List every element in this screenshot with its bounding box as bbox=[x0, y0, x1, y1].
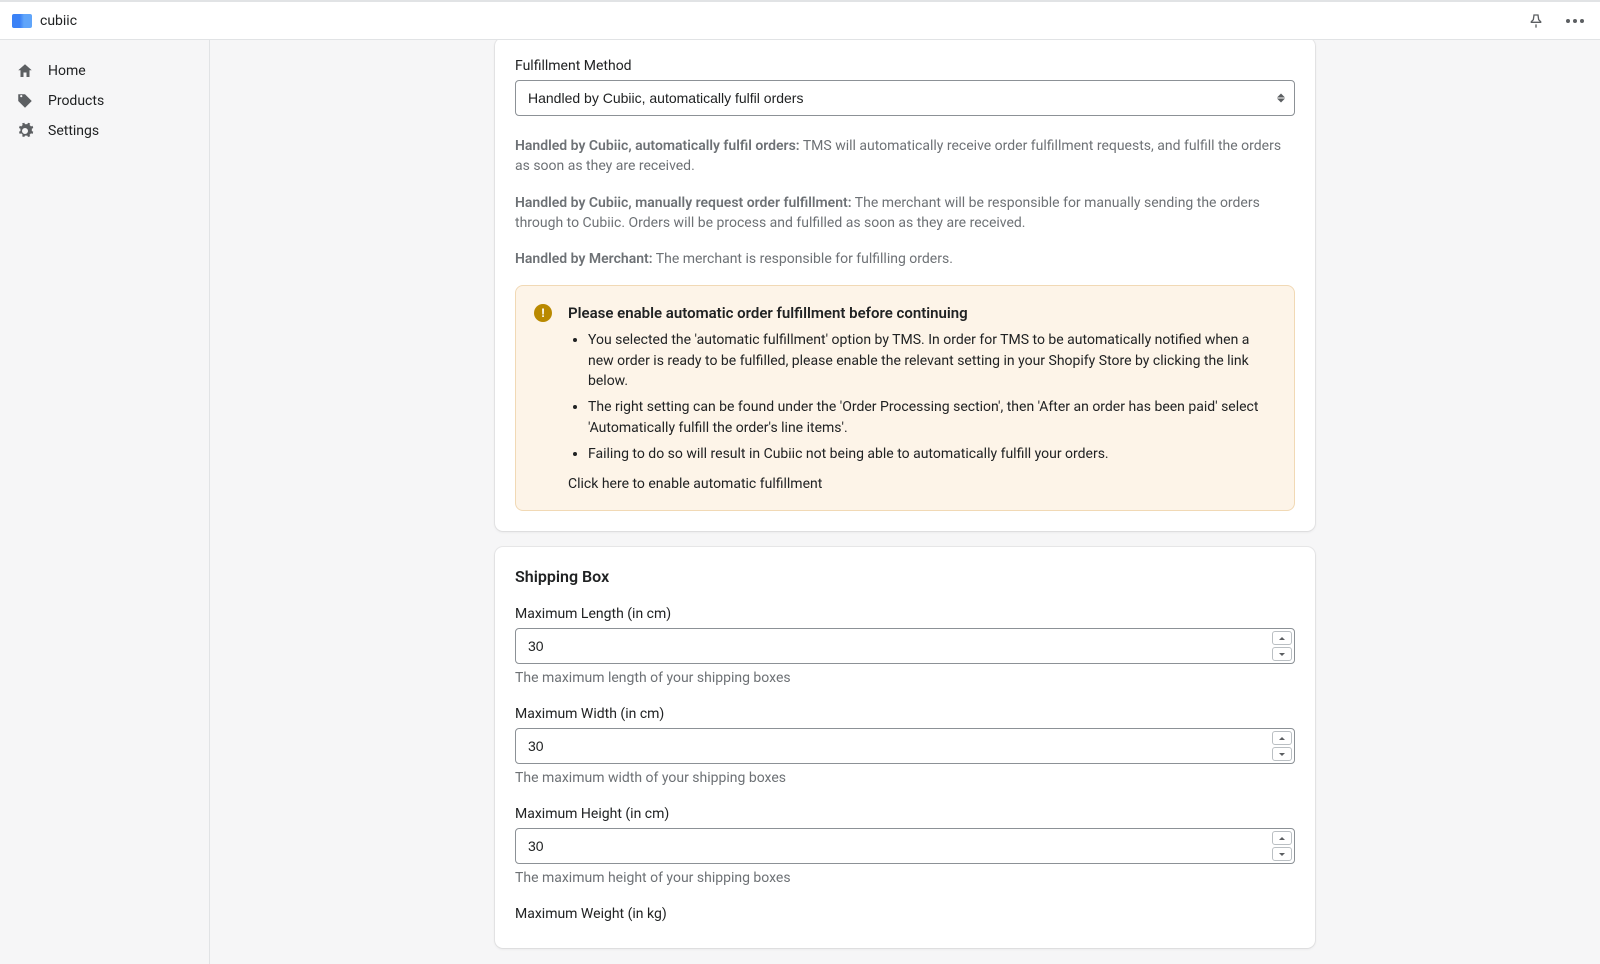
max-height-help: The maximum height of your shipping boxe… bbox=[515, 870, 1295, 886]
sidebar-item-settings[interactable]: Settings bbox=[8, 116, 201, 146]
max-length-help: The maximum length of your shipping boxe… bbox=[515, 670, 1295, 686]
max-height-group: Maximum Height (in cm) The maximum heigh… bbox=[515, 806, 1295, 886]
tag-icon bbox=[16, 92, 34, 110]
max-width-help: The maximum width of your shipping boxes bbox=[515, 770, 1295, 786]
enable-fulfillment-link[interactable]: Click here to enable automatic fulfillme… bbox=[568, 476, 822, 492]
app-name: cubiic bbox=[40, 13, 77, 29]
pin-button[interactable] bbox=[1524, 9, 1548, 33]
alert-item: You selected the 'automatic fulfillment'… bbox=[588, 330, 1274, 391]
sidebar: Home Products Settings bbox=[0, 40, 210, 964]
fulfillment-method-label: Fulfillment Method bbox=[515, 58, 1295, 74]
alert-title: Please enable automatic order fulfillmen… bbox=[568, 304, 1274, 322]
max-weight-group: Maximum Weight (in kg) bbox=[515, 906, 1295, 922]
alert-item: The right setting can be found under the… bbox=[588, 397, 1274, 438]
max-length-spinner bbox=[1272, 631, 1292, 661]
spinner-up-button[interactable] bbox=[1272, 731, 1292, 745]
sidebar-item-label: Products bbox=[48, 93, 104, 109]
fulfillment-select-wrapper: Handled by Cubiic, automatically fulfil … bbox=[515, 80, 1295, 116]
alert-item: Failing to do so will result in Cubiic n… bbox=[588, 444, 1274, 464]
more-button[interactable] bbox=[1562, 15, 1588, 27]
desc-term-auto: Handled by Cubiic, automatically fulfil … bbox=[515, 138, 800, 154]
max-height-input[interactable] bbox=[515, 828, 1295, 864]
sidebar-item-label: Home bbox=[48, 63, 86, 79]
max-width-group: Maximum Width (in cm) The maximum width … bbox=[515, 706, 1295, 786]
max-length-input[interactable] bbox=[515, 628, 1295, 664]
desc-text-merchant: The merchant is responsible for fulfilli… bbox=[656, 251, 953, 267]
max-height-spinner bbox=[1272, 831, 1292, 861]
max-length-label: Maximum Length (in cm) bbox=[515, 606, 1295, 622]
max-width-label: Maximum Width (in cm) bbox=[515, 706, 1295, 722]
home-icon bbox=[16, 62, 34, 80]
shipping-box-heading: Shipping Box bbox=[515, 567, 1295, 586]
max-width-spinner bbox=[1272, 731, 1292, 761]
spinner-up-button[interactable] bbox=[1272, 831, 1292, 845]
max-height-label: Maximum Height (in cm) bbox=[515, 806, 1295, 822]
sidebar-item-home[interactable]: Home bbox=[8, 56, 201, 86]
spinner-up-button[interactable] bbox=[1272, 631, 1292, 645]
spinner-down-button[interactable] bbox=[1272, 747, 1292, 761]
topbar-right bbox=[1524, 9, 1588, 33]
desc-term-manual: Handled by Cubiic, manually request orde… bbox=[515, 195, 852, 211]
alert-list: You selected the 'automatic fulfillment'… bbox=[568, 330, 1274, 464]
warning-icon: ! bbox=[534, 304, 552, 322]
desc-term-merchant: Handled by Merchant: bbox=[515, 251, 653, 267]
topbar: cubiic bbox=[0, 0, 1600, 40]
spinner-down-button[interactable] bbox=[1272, 647, 1292, 661]
pin-icon bbox=[1528, 13, 1544, 29]
spinner-down-button[interactable] bbox=[1272, 847, 1292, 861]
max-width-input[interactable] bbox=[515, 728, 1295, 764]
more-icon bbox=[1566, 19, 1584, 23]
max-length-group: Maximum Length (in cm) The maximum lengt… bbox=[515, 606, 1295, 686]
gear-icon bbox=[16, 122, 34, 140]
fulfillment-card: Fulfillment Method Handled by Cubiic, au… bbox=[495, 40, 1315, 531]
sidebar-item-label: Settings bbox=[48, 123, 99, 139]
max-weight-label: Maximum Weight (in kg) bbox=[515, 906, 1295, 922]
fulfillment-descriptions: Handled by Cubiic, automatically fulfil … bbox=[515, 136, 1295, 269]
topbar-left: cubiic bbox=[12, 13, 77, 29]
app-logo bbox=[12, 14, 32, 28]
shipping-box-card: Shipping Box Maximum Length (in cm) The … bbox=[495, 547, 1315, 948]
main-content: Fulfillment Method Handled by Cubiic, au… bbox=[210, 40, 1600, 964]
fulfillment-method-select[interactable]: Handled by Cubiic, automatically fulfil … bbox=[515, 80, 1295, 116]
sidebar-item-products[interactable]: Products bbox=[8, 86, 201, 116]
warning-alert: ! Please enable automatic order fulfillm… bbox=[515, 285, 1295, 511]
